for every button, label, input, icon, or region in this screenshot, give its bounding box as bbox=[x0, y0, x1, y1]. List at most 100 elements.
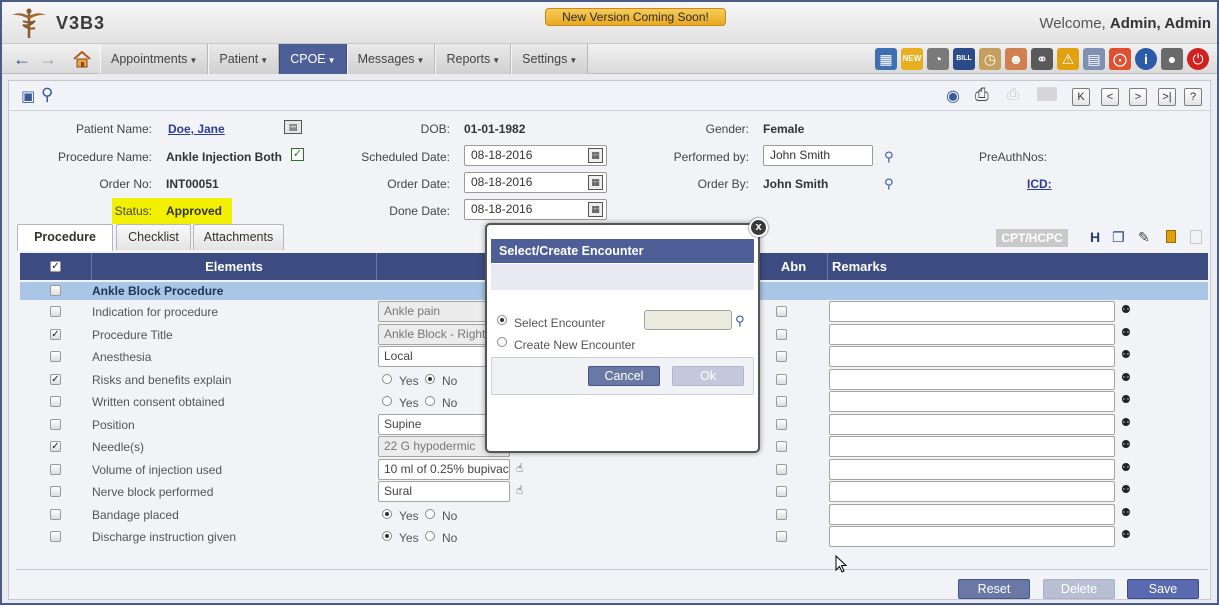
element-value-field[interactable]: Sural bbox=[378, 481, 510, 502]
abn-checkbox[interactable] bbox=[776, 463, 787, 475]
row-checkbox[interactable] bbox=[50, 418, 61, 430]
no-radio[interactable] bbox=[425, 396, 435, 406]
order-date-input[interactable]: 08-18-2016 ▦ bbox=[464, 172, 607, 193]
lock-icon[interactable]: ● bbox=[1161, 48, 1183, 70]
done-date-input[interactable]: 08-18-2016 ▦ bbox=[464, 199, 607, 220]
row-checkbox[interactable] bbox=[50, 508, 61, 520]
menu-cpoe[interactable]: CPOE ▼ bbox=[279, 44, 347, 74]
row-checkbox[interactable]: ✓ bbox=[50, 441, 61, 452]
abn-checkbox[interactable] bbox=[776, 418, 787, 430]
binoculars-icon[interactable]: ⚉ bbox=[1121, 393, 1131, 406]
save-button[interactable]: Save bbox=[1127, 579, 1199, 599]
info-icon[interactable]: i bbox=[1135, 48, 1157, 70]
copy-icon[interactable]: ❐ bbox=[1112, 229, 1125, 246]
help-lifebuoy-icon[interactable]: ⨀ bbox=[1109, 48, 1131, 70]
tab-attachments[interactable]: Attachments bbox=[193, 224, 284, 250]
stethoscope-icon[interactable]: ⚭ bbox=[1031, 48, 1053, 70]
menu-messages[interactable]: Messages ▼ bbox=[346, 44, 436, 74]
menu-patient[interactable]: Patient ▼ bbox=[208, 44, 280, 74]
abn-checkbox[interactable] bbox=[776, 306, 787, 317]
print-icon[interactable]: ⎙ bbox=[975, 85, 989, 105]
calendar-icon[interactable]: ▦ bbox=[588, 148, 603, 163]
no-radio[interactable] bbox=[425, 508, 435, 519]
new-badge-icon[interactable]: NEW bbox=[901, 48, 923, 70]
new-version-banner[interactable]: New Version Coming Soon! bbox=[545, 8, 726, 26]
remarks-input[interactable] bbox=[829, 458, 1115, 480]
note-icon[interactable] bbox=[1166, 230, 1176, 243]
forward-arrow-icon[interactable]: → bbox=[38, 50, 58, 68]
binoculars-icon[interactable]: ⚉ bbox=[1121, 461, 1131, 474]
first-record-icon[interactable]: K bbox=[1072, 88, 1090, 106]
warning-icon[interactable]: ⚠ bbox=[1057, 48, 1079, 70]
view-eye-icon[interactable]: ◉ bbox=[946, 86, 960, 106]
binoculars-icon[interactable]: ⚉ bbox=[1121, 438, 1131, 451]
no-radio[interactable] bbox=[425, 531, 435, 541]
binoculars-icon[interactable]: ⚉ bbox=[1121, 371, 1131, 384]
yes-radio[interactable] bbox=[382, 373, 392, 384]
element-value-field[interactable]: 10 ml of 0.25% bupivacaine bbox=[378, 458, 510, 480]
binoculars-icon[interactable]: ⚉ bbox=[1121, 303, 1131, 316]
last-record-icon[interactable]: >| bbox=[1158, 88, 1176, 106]
close-dialog-button[interactable]: x bbox=[749, 218, 768, 237]
menu-settings[interactable]: Settings ▼ bbox=[511, 44, 589, 74]
documents-icon[interactable]: ▤ bbox=[1083, 48, 1105, 70]
abn-checkbox[interactable] bbox=[776, 486, 787, 497]
add-record-icon[interactable]: ▣ bbox=[21, 87, 35, 105]
header-h-button[interactable]: H bbox=[1090, 229, 1100, 245]
yes-radio[interactable] bbox=[382, 531, 392, 541]
reset-button[interactable]: Reset bbox=[958, 579, 1030, 599]
encounter-search-icon[interactable]: ⚲ bbox=[735, 313, 745, 329]
performed-by-search-icon[interactable]: ⚲ bbox=[884, 149, 894, 165]
patient-card-icon[interactable]: ▤ bbox=[284, 120, 302, 134]
performed-by-input[interactable]: John Smith bbox=[763, 145, 873, 166]
select-encounter-radio[interactable] bbox=[497, 315, 507, 325]
remarks-input[interactable] bbox=[829, 301, 1115, 322]
remarks-input[interactable] bbox=[829, 481, 1115, 502]
binoculars-icon[interactable]: ⚉ bbox=[1121, 528, 1131, 541]
remarks-input[interactable] bbox=[829, 503, 1115, 525]
patient-name-link[interactable]: Doe, Jane bbox=[168, 122, 225, 136]
remarks-input[interactable] bbox=[829, 526, 1115, 547]
remarks-input[interactable] bbox=[829, 436, 1115, 457]
calendar-icon[interactable]: ▦ bbox=[875, 48, 897, 70]
binoculars-icon[interactable]: ⚉ bbox=[1121, 483, 1131, 496]
menu-appointments[interactable]: Appointments ▼ bbox=[100, 44, 209, 74]
abn-checkbox[interactable] bbox=[776, 351, 787, 362]
icd-link[interactable]: ICD: bbox=[1027, 177, 1052, 191]
next-record-icon[interactable]: > bbox=[1129, 88, 1147, 106]
binoculars-icon[interactable]: ⚉ bbox=[1121, 326, 1131, 339]
remarks-input[interactable] bbox=[829, 323, 1115, 345]
no-radio[interactable] bbox=[425, 373, 435, 384]
home-icon[interactable] bbox=[72, 50, 92, 68]
abn-checkbox[interactable] bbox=[776, 328, 787, 340]
encounter-input[interactable] bbox=[644, 310, 732, 330]
group-checkbox[interactable] bbox=[50, 285, 61, 296]
remarks-input[interactable] bbox=[829, 391, 1115, 412]
pick-list-hand-icon[interactable]: ☝ bbox=[516, 483, 523, 497]
abn-checkbox[interactable] bbox=[776, 531, 787, 542]
abn-checkbox[interactable] bbox=[776, 508, 787, 520]
abn-checkbox[interactable] bbox=[776, 441, 787, 452]
row-checkbox[interactable]: ✓ bbox=[50, 373, 61, 385]
calendar-icon[interactable]: ▦ bbox=[588, 202, 603, 217]
search-icon[interactable]: ⚲ bbox=[41, 85, 53, 105]
yes-radio[interactable] bbox=[382, 396, 392, 406]
pick-list-hand-icon[interactable]: ☝ bbox=[516, 461, 523, 475]
order-by-search-icon[interactable]: ⚲ bbox=[884, 176, 894, 192]
select-all-checkbox[interactable]: ✓ bbox=[50, 261, 61, 272]
scheduled-date-input[interactable]: 08-18-2016 ▦ bbox=[464, 145, 607, 166]
binoculars-icon[interactable]: ⚉ bbox=[1121, 506, 1131, 519]
binoculars-icon[interactable]: ⚉ bbox=[1121, 348, 1131, 361]
row-checkbox[interactable] bbox=[50, 351, 61, 362]
abn-checkbox[interactable] bbox=[776, 373, 787, 385]
row-checkbox[interactable]: ✓ bbox=[50, 328, 61, 340]
gauge-icon[interactable]: ◔ bbox=[927, 48, 949, 70]
remarks-input[interactable] bbox=[829, 346, 1115, 367]
doctor-icon[interactable]: ☻ bbox=[1005, 48, 1027, 70]
row-checkbox[interactable] bbox=[50, 306, 61, 317]
remarks-input[interactable] bbox=[829, 368, 1115, 390]
cancel-button[interactable]: Cancel bbox=[588, 366, 660, 386]
power-icon[interactable]: ⏻ bbox=[1187, 48, 1209, 70]
bill-icon[interactable]: BILL bbox=[953, 48, 975, 70]
row-checkbox[interactable] bbox=[50, 531, 61, 542]
